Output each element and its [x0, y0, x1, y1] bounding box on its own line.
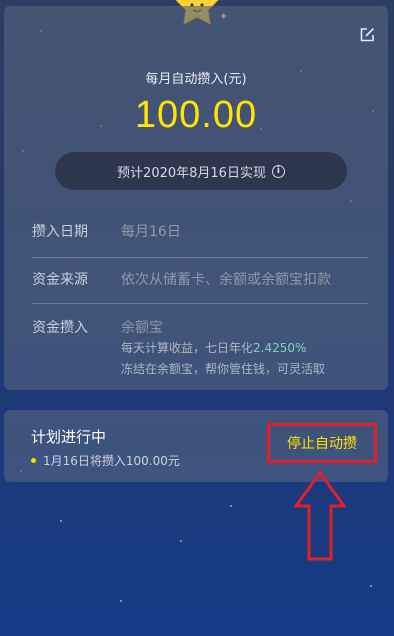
stop-auto-save-button[interactable]: 停止自动攒 — [267, 423, 377, 463]
monthly-amount: 100.00 — [134, 94, 258, 136]
divider — [32, 303, 368, 304]
plan-status-title: 计划进行中 — [31, 428, 107, 446]
info-icon[interactable]: i — [271, 164, 285, 178]
row-label: 资金来源 — [32, 272, 88, 288]
row-value: 余额宝 — [121, 320, 163, 336]
yield-prefix: 每天计算收益，七日年化 — [121, 341, 254, 355]
row-label: 资金攒入 — [32, 320, 88, 336]
up-arrow-icon — [293, 470, 347, 561]
divider — [32, 257, 368, 258]
estimate-pill[interactable]: 预计2020年8月16日实现 i — [55, 152, 347, 190]
row-label: 攒入日期 — [32, 224, 88, 240]
estimate-text: 预计2020年8月16日实现 — [117, 165, 266, 181]
yield-line: 每天计算收益，七日年化2.4250% — [121, 339, 306, 356]
frozen-note: 冻结在余额宝，帮你管住钱，可灵活取 — [121, 362, 326, 376]
edit-icon[interactable] — [358, 26, 376, 44]
row-value: 每月16日 — [121, 224, 181, 240]
next-deposit-text: 1月16日将攒入100.00元 — [43, 454, 180, 468]
bullet-dot-icon — [31, 458, 36, 463]
row-value: 依次从储蓄卡、余额或余额宝扣款 — [121, 272, 331, 288]
yield-rate: 2.4250% — [253, 341, 307, 355]
amount-caption: 每月自动攒入(元) — [145, 72, 247, 87]
next-deposit: 1月16日将攒入100.00元 — [31, 452, 180, 469]
auto-save-summary-card: 每月自动攒入(元) 100.00 预计2020年8月16日实现 i 攒入日期 每… — [4, 6, 388, 390]
